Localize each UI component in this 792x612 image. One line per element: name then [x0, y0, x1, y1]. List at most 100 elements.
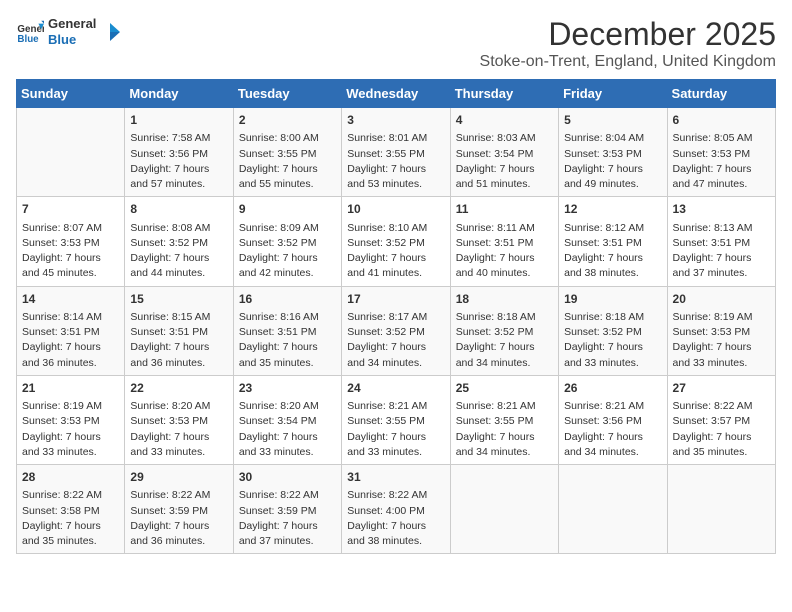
- calendar-cell: 14Sunrise: 8:14 AM Sunset: 3:51 PM Dayli…: [17, 286, 125, 375]
- header-cell-friday: Friday: [559, 80, 667, 108]
- day-number: 13: [673, 201, 770, 218]
- day-content: Sunrise: 8:01 AM Sunset: 3:55 PM Dayligh…: [347, 131, 444, 192]
- day-number: 25: [456, 380, 553, 397]
- day-content: Sunrise: 8:22 AM Sunset: 4:00 PM Dayligh…: [347, 488, 444, 549]
- day-number: 19: [564, 291, 661, 308]
- day-content: Sunrise: 8:08 AM Sunset: 3:52 PM Dayligh…: [130, 221, 227, 282]
- day-content: Sunrise: 8:22 AM Sunset: 3:59 PM Dayligh…: [239, 488, 336, 549]
- calendar-cell: 3 Sunrise: 8:01 AM Sunset: 3:55 PM Daylig…: [342, 108, 450, 197]
- day-content: Sunrise: 8:07 AM Sunset: 3:53 PM Dayligh…: [22, 221, 119, 282]
- calendar-cell: 28 Sunrise: 8:22 AM Sunset: 3:58 PM Dayli…: [17, 465, 125, 554]
- day-number: 31: [347, 469, 444, 486]
- day-content: Sunrise: 8:13 AM Sunset: 3:51 PM Dayligh…: [673, 221, 770, 282]
- calendar-cell: [559, 465, 667, 554]
- calendar-subtitle: Stoke-on-Trent, England, United Kingdom: [480, 53, 776, 71]
- calendar-cell: 13 Sunrise: 8:13 AM Sunset: 3:51 PM Dayli…: [667, 197, 775, 286]
- day-number: 30: [239, 469, 336, 486]
- calendar-cell: [17, 108, 125, 197]
- day-content: Sunrise: 8:03 AM Sunset: 3:54 PM Dayligh…: [456, 131, 553, 192]
- day-number: 26: [564, 380, 661, 397]
- day-content: Sunrise: 7:58 AM Sunset: 3:56 PM Dayligh…: [130, 131, 227, 192]
- day-number: 29: [130, 469, 227, 486]
- day-number: 5: [564, 112, 661, 129]
- day-content: Sunrise: 8:22 AM Sunset: 3:59 PM Dayligh…: [130, 488, 227, 549]
- calendar-cell: 6 Sunrise: 8:05 AM Sunset: 3:53 PM Daylig…: [667, 108, 775, 197]
- day-number: 27: [673, 380, 770, 397]
- day-number: 1: [130, 112, 227, 129]
- page-header: General Blue General Blue December 2025 …: [16, 16, 776, 71]
- header-cell-saturday: Saturday: [667, 80, 775, 108]
- day-content: Sunrise: 8:17 AM Sunset: 3:52 PM Dayligh…: [347, 310, 444, 371]
- calendar-week-5: 28 Sunrise: 8:22 AM Sunset: 3:58 PM Dayli…: [17, 465, 776, 554]
- day-content: Sunrise: 8:18 AM Sunset: 3:52 PM Dayligh…: [456, 310, 553, 371]
- day-number: 12: [564, 201, 661, 218]
- logo-general: General: [48, 16, 96, 32]
- calendar-cell: 4Sunrise: 8:03 AM Sunset: 3:54 PM Daylig…: [450, 108, 558, 197]
- day-number: 6: [673, 112, 770, 129]
- day-number: 28: [22, 469, 119, 486]
- calendar-cell: 30 Sunrise: 8:22 AM Sunset: 3:59 PM Dayli…: [233, 465, 341, 554]
- header-cell-tuesday: Tuesday: [233, 80, 341, 108]
- calendar-cell: 18Sunrise: 8:18 AM Sunset: 3:52 PM Dayli…: [450, 286, 558, 375]
- calendar-cell: 24Sunrise: 8:21 AM Sunset: 3:55 PM Dayli…: [342, 375, 450, 464]
- header-cell-thursday: Thursday: [450, 80, 558, 108]
- day-number: 8: [130, 201, 227, 218]
- logo: General Blue General Blue: [16, 16, 122, 47]
- day-content: Sunrise: 8:21 AM Sunset: 3:56 PM Dayligh…: [564, 399, 661, 460]
- calendar-cell: 19Sunrise: 8:18 AM Sunset: 3:52 PM Dayli…: [559, 286, 667, 375]
- calendar-cell: 25Sunrise: 8:21 AM Sunset: 3:55 PM Dayli…: [450, 375, 558, 464]
- calendar-cell: 31 Sunrise: 8:22 AM Sunset: 4:00 PM Dayli…: [342, 465, 450, 554]
- day-number: 7: [22, 201, 119, 218]
- day-number: 16: [239, 291, 336, 308]
- calendar-cell: 27 Sunrise: 8:22 AM Sunset: 3:57 PM Dayli…: [667, 375, 775, 464]
- day-content: Sunrise: 8:09 AM Sunset: 3:52 PM Dayligh…: [239, 221, 336, 282]
- calendar-cell: 5 Sunrise: 8:04 AM Sunset: 3:53 PM Daylig…: [559, 108, 667, 197]
- header-cell-monday: Monday: [125, 80, 233, 108]
- calendar-cell: [667, 465, 775, 554]
- calendar-cell: 2Sunrise: 8:00 AM Sunset: 3:55 PM Daylig…: [233, 108, 341, 197]
- day-content: Sunrise: 8:15 AM Sunset: 3:51 PM Dayligh…: [130, 310, 227, 371]
- calendar-body: 1 Sunrise: 7:58 AM Sunset: 3:56 PM Daylig…: [17, 108, 776, 554]
- logo-blue: Blue: [48, 32, 96, 48]
- day-content: Sunrise: 8:05 AM Sunset: 3:53 PM Dayligh…: [673, 131, 770, 192]
- calendar-week-4: 21Sunrise: 8:19 AM Sunset: 3:53 PM Dayli…: [17, 375, 776, 464]
- day-content: Sunrise: 8:20 AM Sunset: 3:53 PM Dayligh…: [130, 399, 227, 460]
- calendar-header: SundayMondayTuesdayWednesdayThursdayFrid…: [17, 80, 776, 108]
- calendar-cell: 21Sunrise: 8:19 AM Sunset: 3:53 PM Dayli…: [17, 375, 125, 464]
- calendar-title: December 2025: [480, 16, 776, 53]
- logo-arrow-icon: [100, 21, 122, 43]
- calendar-cell: 20 Sunrise: 8:19 AM Sunset: 3:53 PM Dayli…: [667, 286, 775, 375]
- header-cell-wednesday: Wednesday: [342, 80, 450, 108]
- day-content: Sunrise: 8:22 AM Sunset: 3:57 PM Dayligh…: [673, 399, 770, 460]
- header-cell-sunday: Sunday: [17, 80, 125, 108]
- day-content: Sunrise: 8:22 AM Sunset: 3:58 PM Dayligh…: [22, 488, 119, 549]
- day-number: 10: [347, 201, 444, 218]
- svg-text:Blue: Blue: [17, 33, 39, 44]
- day-number: 20: [673, 291, 770, 308]
- calendar-table: SundayMondayTuesdayWednesdayThursdayFrid…: [16, 79, 776, 554]
- day-content: Sunrise: 8:20 AM Sunset: 3:54 PM Dayligh…: [239, 399, 336, 460]
- header-row: SundayMondayTuesdayWednesdayThursdayFrid…: [17, 80, 776, 108]
- calendar-cell: 16 Sunrise: 8:16 AM Sunset: 3:51 PM Dayli…: [233, 286, 341, 375]
- day-content: Sunrise: 8:16 AM Sunset: 3:51 PM Dayligh…: [239, 310, 336, 371]
- calendar-cell: [450, 465, 558, 554]
- calendar-cell: 9Sunrise: 8:09 AM Sunset: 3:52 PM Daylig…: [233, 197, 341, 286]
- title-block: December 2025 Stoke-on-Trent, England, U…: [480, 16, 776, 71]
- day-content: Sunrise: 8:10 AM Sunset: 3:52 PM Dayligh…: [347, 221, 444, 282]
- day-content: Sunrise: 8:04 AM Sunset: 3:53 PM Dayligh…: [564, 131, 661, 192]
- day-number: 11: [456, 201, 553, 218]
- day-number: 21: [22, 380, 119, 397]
- calendar-cell: 12Sunrise: 8:12 AM Sunset: 3:51 PM Dayli…: [559, 197, 667, 286]
- calendar-cell: 1 Sunrise: 7:58 AM Sunset: 3:56 PM Daylig…: [125, 108, 233, 197]
- day-content: Sunrise: 8:21 AM Sunset: 3:55 PM Dayligh…: [347, 399, 444, 460]
- calendar-cell: 10 Sunrise: 8:10 AM Sunset: 3:52 PM Dayli…: [342, 197, 450, 286]
- day-content: Sunrise: 8:19 AM Sunset: 3:53 PM Dayligh…: [673, 310, 770, 371]
- calendar-cell: 29 Sunrise: 8:22 AM Sunset: 3:59 PM Dayli…: [125, 465, 233, 554]
- day-number: 22: [130, 380, 227, 397]
- calendar-cell: 26 Sunrise: 8:21 AM Sunset: 3:56 PM Dayli…: [559, 375, 667, 464]
- day-content: Sunrise: 8:11 AM Sunset: 3:51 PM Dayligh…: [456, 221, 553, 282]
- day-number: 3: [347, 112, 444, 129]
- day-number: 23: [239, 380, 336, 397]
- calendar-cell: 8 Sunrise: 8:08 AM Sunset: 3:52 PM Daylig…: [125, 197, 233, 286]
- calendar-week-3: 14Sunrise: 8:14 AM Sunset: 3:51 PM Dayli…: [17, 286, 776, 375]
